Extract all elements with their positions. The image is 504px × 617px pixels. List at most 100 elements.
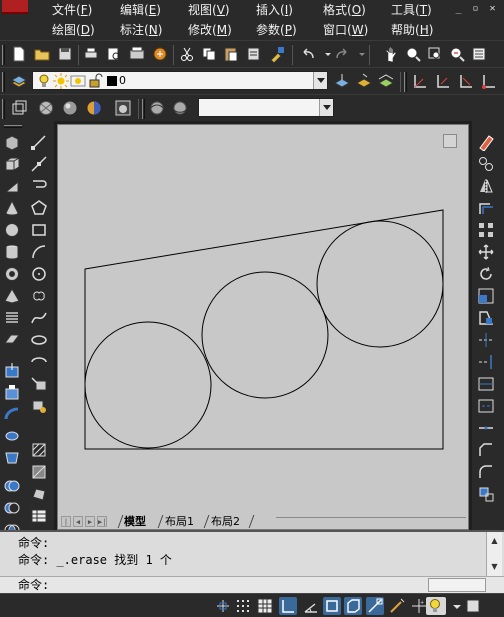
rotate-icon[interactable] (477, 265, 495, 283)
toolbar-grip[interactable] (2, 99, 5, 119)
polygon-icon[interactable] (30, 199, 48, 217)
menu-file[interactable]: 文件(F) (52, 2, 92, 18)
scale-icon[interactable] (477, 287, 495, 305)
app-logo-icon[interactable] (2, 0, 28, 14)
chevron-down-icon[interactable] (319, 99, 333, 116)
layer-dropdown[interactable]: 0 (32, 71, 328, 90)
copy-object-icon[interactable] (477, 155, 495, 173)
copy-clip-icon[interactable] (245, 45, 263, 63)
command-input-row[interactable]: 命令: (0, 576, 504, 593)
circle-right[interactable] (316, 220, 444, 348)
scroll-up-icon[interactable]: ▲ (489, 535, 500, 546)
pan-icon[interactable] (383, 45, 401, 63)
layer-previous-icon[interactable] (355, 72, 373, 90)
zoom-previous-icon[interactable] (448, 45, 466, 63)
drawing-canvas[interactable]: |◀ ◀ ▶ ▶| 模型 布局1 布局2 (57, 124, 469, 536)
zoom-realtime-icon[interactable] (404, 45, 422, 63)
ucs-world-icon[interactable] (434, 72, 452, 90)
menu-help[interactable]: 帮助(H) (391, 22, 433, 38)
presspull-icon[interactable] (3, 383, 21, 401)
print-preview-icon[interactable] (105, 45, 123, 63)
offset-icon[interactable] (477, 199, 495, 217)
redo-dropdown-icon[interactable] (353, 45, 365, 63)
named-views-icon[interactable] (148, 99, 166, 117)
menu-draw[interactable]: 绘图(D) (52, 22, 95, 38)
construction-line-icon[interactable] (30, 155, 48, 173)
trim-icon[interactable] (477, 331, 495, 349)
helix-icon[interactable] (3, 309, 21, 327)
save-icon[interactable] (56, 45, 74, 63)
layer-viewport-sun-icon[interactable] (69, 72, 87, 90)
open-folder-icon[interactable] (33, 45, 51, 63)
chevron-down-icon[interactable] (313, 72, 327, 89)
menu-view[interactable]: 视图(V) (188, 2, 230, 18)
undo-dropdown-icon[interactable] (319, 45, 331, 63)
ucs-origin-icon[interactable] (480, 72, 498, 90)
array-icon[interactable] (477, 221, 495, 239)
cone-icon[interactable] (3, 199, 21, 217)
viewcube-placeholder[interactable] (443, 134, 457, 148)
make-object-layer-current-icon[interactable] (333, 72, 351, 90)
circle-icon[interactable] (30, 265, 48, 283)
model-space-drawing[interactable] (58, 125, 468, 513)
3d-object-snap-icon[interactable] (344, 597, 362, 615)
copy-icon[interactable] (200, 45, 218, 63)
ortho-mode-icon[interactable] (279, 597, 297, 615)
layer-manager-icon[interactable] (10, 72, 28, 90)
first-tab-icon[interactable]: |◀ (61, 516, 71, 536)
gradient-icon[interactable] (30, 463, 48, 481)
dynamic-ucs-icon[interactable] (388, 597, 406, 615)
ucs-icon[interactable] (411, 72, 429, 90)
move-icon[interactable] (477, 243, 495, 261)
trapezoid-outline[interactable] (84, 209, 444, 450)
box-icon[interactable] (3, 155, 21, 173)
restore-icon[interactable]: ▫ (469, 3, 482, 15)
cut-icon[interactable] (178, 45, 196, 63)
revision-cloud-icon[interactable] (30, 287, 48, 305)
object-snap-tracking-icon[interactable] (366, 597, 384, 615)
layer-on-lightbulb-icon[interactable] (35, 72, 53, 90)
circle-left[interactable] (84, 321, 212, 449)
horizontal-scrollbar[interactable] (276, 517, 466, 526)
snap-mode-icon[interactable] (234, 597, 252, 615)
erase-icon[interactable] (477, 133, 495, 151)
revolve-icon[interactable] (3, 427, 21, 445)
hidden-style-icon[interactable] (37, 99, 55, 117)
hatch-icon[interactable] (30, 441, 48, 459)
break-at-point-icon[interactable] (477, 375, 495, 393)
planar-surface-icon[interactable] (3, 331, 21, 349)
paste-icon[interactable] (222, 45, 240, 63)
menu-window[interactable]: 窗口(W) (323, 22, 368, 38)
mirror-icon[interactable] (477, 177, 495, 195)
fillet-icon[interactable] (477, 463, 495, 481)
tab-model[interactable]: 模型 (124, 515, 146, 529)
scroll-down-icon[interactable]: ▼ (489, 561, 500, 572)
isolate-objects-lightbulb-icon[interactable] (426, 597, 446, 615)
arc-icon[interactable] (30, 243, 48, 261)
toolbar-grip[interactable] (142, 99, 145, 119)
properties-icon[interactable] (470, 45, 488, 63)
menu-format[interactable]: 格式(O) (323, 2, 366, 18)
polar-tracking-icon[interactable] (302, 597, 320, 615)
command-horizontal-scrollbar[interactable] (428, 578, 486, 592)
spline-icon[interactable] (30, 309, 48, 327)
make-block-icon[interactable] (30, 397, 48, 415)
next-tab-icon[interactable]: ▶ (85, 516, 95, 527)
minimize-icon[interactable]: _ (452, 3, 465, 15)
polysolid-icon[interactable] (3, 133, 21, 151)
view-dropdown[interactable] (198, 98, 334, 117)
extrude-icon[interactable] (3, 361, 21, 379)
menu-tools[interactable]: 工具(T) (391, 2, 432, 18)
menu-insert[interactable]: 插入(I) (256, 2, 293, 18)
tab-layout2[interactable]: 布局2 (211, 515, 240, 529)
wedge-icon[interactable] (3, 177, 21, 195)
command-vertical-scrollbar[interactable]: ▲ ▼ (486, 532, 502, 576)
prev-tab-icon[interactable]: ◀ (73, 516, 83, 527)
toolbar-grip[interactable] (2, 72, 5, 92)
zoom-window-icon[interactable] (426, 45, 444, 63)
region-icon[interactable] (30, 485, 48, 503)
menu-modify[interactable]: 修改(M) (188, 22, 232, 38)
polyline-icon[interactable] (30, 177, 48, 195)
plot-icon[interactable] (128, 45, 146, 63)
publish-icon[interactable] (151, 45, 169, 63)
